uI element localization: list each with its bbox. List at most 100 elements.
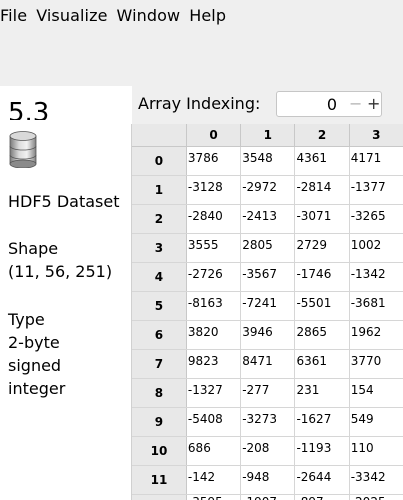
decrement-button[interactable]: − — [349, 94, 362, 113]
table-cell[interactable]: -3273 — [240, 407, 296, 437]
dataset-title: 5.3 — [8, 98, 50, 120]
column-header[interactable]: 2 — [294, 124, 350, 147]
table-cell[interactable]: -8163 — [186, 291, 242, 321]
table-cell[interactable]: -2814 — [294, 175, 350, 205]
array-index-spinbox[interactable]: 0 − + — [276, 91, 382, 117]
table-cell[interactable]: 3786 — [186, 146, 242, 176]
table-cell[interactable]: 3770 — [349, 349, 403, 379]
table-cell[interactable]: 4171 — [349, 146, 403, 176]
table-cell[interactable]: -3595 — [186, 494, 242, 500]
table-cell[interactable]: -1907 — [240, 494, 296, 500]
table-cell[interactable]: 8471 — [240, 349, 296, 379]
table-row: 2 -2840 -2413 -3071 -3265 — [132, 204, 403, 234]
data-table: 0123 0 3786 3548 4361 4171 1 -3128 -2972 -2814 -1… — [131, 124, 403, 500]
table-corner — [132, 124, 187, 147]
table-row: 4 -2726 -3567 -1746 -1342 — [132, 262, 403, 292]
menu-file[interactable]: File — [0, 6, 27, 25]
table-cell[interactable]: -1377 — [349, 175, 403, 205]
table-cell[interactable]: -2972 — [240, 175, 296, 205]
table-cell[interactable]: -208 — [240, 436, 296, 466]
type-value-line-2: signed — [8, 356, 62, 375]
table-cell[interactable]: 549 — [349, 407, 403, 437]
menu-bar: File Visualize Window Help — [0, 0, 403, 30]
table-cell[interactable]: -1193 — [294, 436, 350, 466]
table-row: 7 9823 8471 6361 3770 — [132, 349, 403, 379]
dataset-info-panel: 5.3 HDF5 Dataset Shape (11, 56, 251) Typ… — [0, 86, 132, 500]
table-cell[interactable]: -5501 — [294, 291, 350, 321]
type-label: Type — [8, 310, 45, 329]
table-cell[interactable]: 2865 — [294, 320, 350, 350]
row-header[interactable]: 3 — [132, 233, 187, 263]
table-row: 11 -142 -948 -2644 -3342 — [132, 465, 403, 495]
row-header[interactable] — [132, 494, 187, 500]
table-cell[interactable]: 3555 — [186, 233, 242, 263]
table-cell[interactable]: -1627 — [294, 407, 350, 437]
row-header[interactable]: 0 — [132, 146, 187, 176]
array-index-value[interactable]: 0 — [327, 95, 337, 114]
table-cell[interactable]: 154 — [349, 378, 403, 408]
table-cell[interactable]: -2413 — [240, 204, 296, 234]
dataset-type-heading: HDF5 Dataset — [8, 192, 120, 211]
shape-label: Shape — [8, 239, 59, 258]
table-cell[interactable]: -7241 — [240, 291, 296, 321]
array-indexing-label: Array Indexing: — [138, 94, 261, 113]
table-row: 3 3555 2805 2729 1002 — [132, 233, 403, 263]
table-row: 8 -1327 -277 231 154 — [132, 378, 403, 408]
table-cell[interactable]: 3946 — [240, 320, 296, 350]
table-cell[interactable]: -1327 — [186, 378, 242, 408]
table-row: 10 686 -208 -1193 110 — [132, 436, 403, 466]
table-cell[interactable]: 1002 — [349, 233, 403, 263]
table-cell[interactable]: -2726 — [186, 262, 242, 292]
table-cell[interactable]: -3128 — [186, 175, 242, 205]
row-header[interactable]: 2 — [132, 204, 187, 234]
table-cell[interactable]: -2025 — [349, 494, 403, 500]
table-cell[interactable]: -277 — [240, 378, 296, 408]
menu-help[interactable]: Help — [189, 6, 226, 25]
table-cell[interactable]: 2729 — [294, 233, 350, 263]
table-cell[interactable]: -3071 — [294, 204, 350, 234]
table-cell[interactable]: -2644 — [294, 465, 350, 495]
row-header[interactable]: 11 — [132, 465, 187, 495]
table-cell[interactable]: 9823 — [186, 349, 242, 379]
table-cell[interactable]: -948 — [240, 465, 296, 495]
row-header[interactable]: 4 — [132, 262, 187, 292]
row-header[interactable]: 1 — [132, 175, 187, 205]
row-header[interactable]: 6 — [132, 320, 187, 350]
table-cell[interactable]: 2805 — [240, 233, 296, 263]
type-value-line-1: 2-byte — [8, 333, 60, 352]
table-cell[interactable]: -3342 — [349, 465, 403, 495]
table-cell[interactable]: 6361 — [294, 349, 350, 379]
menu-visualize[interactable]: Visualize — [36, 6, 107, 25]
table-cell[interactable]: 686 — [186, 436, 242, 466]
column-header[interactable]: 3 — [349, 124, 403, 147]
increment-button[interactable]: + — [367, 94, 380, 113]
table-cell[interactable]: -897 — [294, 494, 350, 500]
table-cell[interactable]: 110 — [349, 436, 403, 466]
table-cell[interactable]: 231 — [294, 378, 350, 408]
row-header[interactable]: 8 — [132, 378, 187, 408]
table-cell[interactable]: -5408 — [186, 407, 242, 437]
table-cell[interactable]: 3820 — [186, 320, 242, 350]
column-header[interactable]: 0 — [186, 124, 242, 147]
database-icon — [9, 130, 37, 172]
table-cell[interactable]: -142 — [186, 465, 242, 495]
row-header[interactable]: 7 — [132, 349, 187, 379]
table-cell[interactable]: -3681 — [349, 291, 403, 321]
row-header[interactable]: 9 — [132, 407, 187, 437]
table-cell[interactable]: 4361 — [294, 146, 350, 176]
table-cell[interactable]: 1962 — [349, 320, 403, 350]
table-cell[interactable]: 3548 — [240, 146, 296, 176]
row-header[interactable]: 5 — [132, 291, 187, 321]
row-header[interactable]: 10 — [132, 436, 187, 466]
shape-value: (11, 56, 251) — [8, 262, 113, 281]
table-cell[interactable]: -2840 — [186, 204, 242, 234]
table-row: 5 -8163 -7241 -5501 -3681 — [132, 291, 403, 321]
table-cell[interactable]: -1342 — [349, 262, 403, 292]
table-cell[interactable]: -1746 — [294, 262, 350, 292]
table-cell[interactable]: -3567 — [240, 262, 296, 292]
column-header[interactable]: 1 — [240, 124, 296, 147]
table-row: 9 -5408 -3273 -1627 549 — [132, 407, 403, 437]
type-value-line-3: integer — [8, 379, 66, 398]
menu-window[interactable]: Window — [117, 6, 181, 25]
table-cell[interactable]: -3265 — [349, 204, 403, 234]
